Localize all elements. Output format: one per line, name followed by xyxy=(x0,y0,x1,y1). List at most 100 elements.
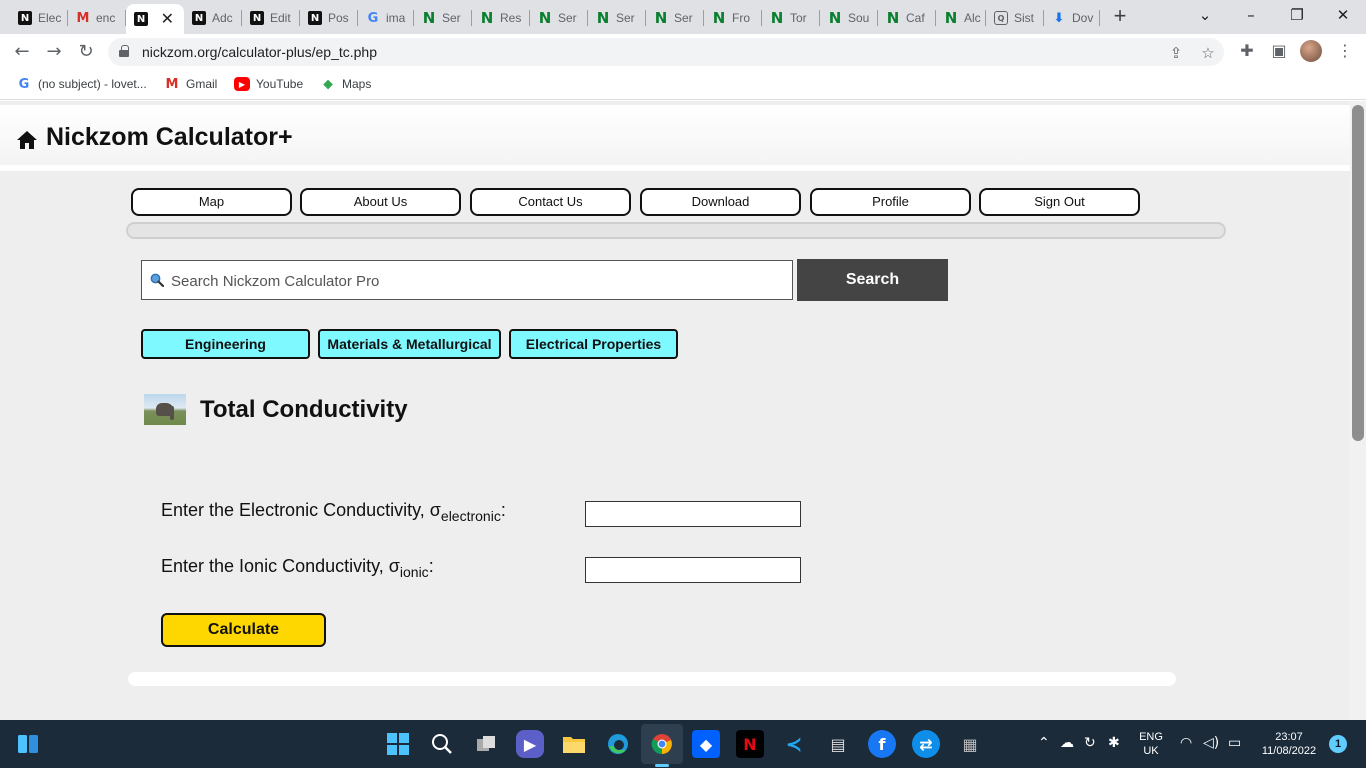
sync-icon[interactable]: ↻ xyxy=(1084,735,1096,751)
menu-contact-us-button[interactable]: Contact Us xyxy=(470,188,631,216)
forward-button[interactable]: → xyxy=(42,40,66,64)
breadcrumb-electrical-properties[interactable]: Electrical Properties xyxy=(509,329,678,359)
volume-icon[interactable]: ◁) xyxy=(1203,735,1219,751)
share-icon[interactable]: ⇪ xyxy=(1166,43,1186,63)
edge-icon[interactable] xyxy=(604,730,632,758)
bookmark-item[interactable]: M Gmail xyxy=(164,76,218,92)
extensions-icon[interactable]: ✚ xyxy=(1236,40,1258,62)
close-window-button[interactable]: ✕ xyxy=(1320,0,1366,32)
gmail-favicon-icon: M xyxy=(76,10,90,26)
elephant-thumbnail-image xyxy=(144,394,186,425)
gmail-icon: M xyxy=(165,76,179,92)
scrollbar-thumb[interactable] xyxy=(1352,105,1364,441)
browser-tab[interactable]: N Edit xyxy=(242,4,300,32)
tab-label: Alc xyxy=(964,11,981,25)
maximize-button[interactable]: ❐ xyxy=(1274,0,1320,32)
search-input[interactable] xyxy=(171,269,771,293)
browser-tab[interactable]: N Elec xyxy=(10,4,68,32)
ionic-conductivity-input[interactable] xyxy=(585,557,801,583)
menu-sign-out-button[interactable]: Sign Out xyxy=(979,188,1140,216)
nickzom-favicon-icon: N xyxy=(192,11,206,25)
file-explorer-icon[interactable] xyxy=(560,730,588,758)
address-bar[interactable]: nickzom.org/calculator-plus/ep_tc.php ⇪ … xyxy=(108,38,1224,66)
lock-icon[interactable] xyxy=(119,45,129,57)
breadcrumb-materials-metallurgical[interactable]: Materials & Metallurgical xyxy=(318,329,501,359)
calculate-button[interactable]: Calculate xyxy=(161,613,326,647)
wifi-icon[interactable]: ◠ xyxy=(1180,735,1192,751)
youtube-icon: ▶ xyxy=(234,77,250,91)
netflix-icon[interactable]: N xyxy=(736,730,764,758)
browser-tab[interactable]: N Caf xyxy=(878,4,936,32)
browser-tab[interactable]: Gima xyxy=(358,4,414,32)
onedrive-icon[interactable]: ☁ xyxy=(1060,735,1074,751)
python-file-icon[interactable]: ▤ xyxy=(824,730,852,758)
search-taskbar-icon[interactable] xyxy=(428,730,456,758)
electronic-conductivity-input[interactable] xyxy=(585,501,801,527)
new-tab-button[interactable]: + xyxy=(1108,5,1132,29)
browser-tab[interactable]: N ✕ xyxy=(126,4,184,34)
browser-tab[interactable]: N Pos xyxy=(300,4,358,32)
input-language[interactable]: ENG UK xyxy=(1134,730,1168,758)
menu-map-button[interactable]: Map xyxy=(131,188,292,216)
menu-about-us-button[interactable]: About Us xyxy=(300,188,461,216)
profile-avatar[interactable] xyxy=(1300,40,1322,62)
side-panel-icon[interactable]: ▣ xyxy=(1268,40,1290,62)
browser-tab[interactable]: N Ser xyxy=(530,4,588,32)
search-button[interactable]: Search xyxy=(797,259,948,301)
url-text[interactable]: nickzom.org/calculator-plus/ep_tc.php xyxy=(142,44,377,60)
teamviewer-icon[interactable]: ⇄ xyxy=(912,730,940,758)
browser-tab[interactable]: N Ser xyxy=(588,4,646,32)
bookmark-star-icon[interactable]: ☆ xyxy=(1198,43,1218,63)
menu-profile-button[interactable]: Profile xyxy=(810,188,971,216)
back-button[interactable]: ← xyxy=(10,40,34,64)
n-green-favicon-icon: N xyxy=(944,9,958,27)
minimize-button[interactable]: – xyxy=(1228,0,1274,32)
browser-tab[interactable]: N Ser xyxy=(414,4,472,32)
browser-tab[interactable]: N Tor xyxy=(762,4,820,32)
reload-button[interactable]: ↻ xyxy=(74,40,98,64)
bookmark-item[interactable]: G (no subject) - lovet... xyxy=(16,77,147,92)
browser-tab[interactable]: N Res xyxy=(472,4,530,32)
tab-label: Edit xyxy=(270,11,291,25)
chrome-icon[interactable] xyxy=(648,730,676,758)
tab-search-icon[interactable]: ⌄ xyxy=(1182,0,1228,32)
dropbox-icon[interactable]: ◆ xyxy=(692,730,720,758)
n-green-favicon-icon: N xyxy=(828,9,842,27)
browser-tab[interactable]: ⬇ Dov xyxy=(1044,4,1100,32)
breadcrumb-engineering[interactable]: Engineering xyxy=(141,329,310,359)
calculator-app-icon[interactable]: ▦ xyxy=(956,730,984,758)
site-title[interactable]: Nickzom Calculator+ xyxy=(16,123,293,152)
page-scrollbar[interactable] xyxy=(1350,101,1366,720)
tab-label: Ser xyxy=(674,11,693,25)
tray-overflow-icon[interactable]: ⌃ xyxy=(1038,735,1050,751)
search-icon xyxy=(150,273,165,288)
notification-badge[interactable]: 1 xyxy=(1329,735,1347,753)
maps-icon: ⬥ xyxy=(323,76,333,92)
electronic-conductivity-label: Enter the Electronic Conductivity, σelec… xyxy=(161,500,506,524)
web-page: Nickzom Calculator+ Map About Us Contact… xyxy=(0,101,1350,720)
browser-tab[interactable]: Menc xyxy=(68,4,126,32)
bookmark-item[interactable]: ▶ YouTube xyxy=(234,77,303,91)
bluetooth-tray-icon[interactable]: ✱ xyxy=(1108,735,1120,751)
menu-kebab-icon[interactable]: ⋮ xyxy=(1334,40,1356,62)
bookmark-item[interactable]: ⬥ Maps xyxy=(320,76,371,92)
clock[interactable]: 23:07 11/08/2022 xyxy=(1254,730,1324,758)
battery-icon[interactable]: ▭ xyxy=(1228,735,1241,751)
start-icon[interactable] xyxy=(384,730,412,758)
nickzom-favicon-icon: N xyxy=(250,11,264,25)
browser-tab[interactable]: N Sou xyxy=(820,4,878,32)
facebook-icon[interactable]: f xyxy=(868,730,896,758)
browser-tab[interactable]: N Alc xyxy=(936,4,986,32)
vscode-icon[interactable]: ≺ xyxy=(780,730,808,758)
browser-tab[interactable]: Q Sist xyxy=(986,4,1044,32)
search-box[interactable] xyxy=(141,260,793,300)
task-view-icon[interactable] xyxy=(472,730,500,758)
menu-download-button[interactable]: Download xyxy=(640,188,801,216)
teams-chat-icon[interactable]: ▶ xyxy=(516,730,544,758)
browser-tab[interactable]: N Adc xyxy=(184,4,242,32)
browser-tab[interactable]: N Fro xyxy=(704,4,762,32)
widgets-icon[interactable] xyxy=(14,730,42,758)
close-tab-icon[interactable]: ✕ xyxy=(161,9,174,29)
browser-tab[interactable]: N Ser xyxy=(646,4,704,32)
download-favicon-icon: ⬇ xyxy=(1053,10,1065,26)
